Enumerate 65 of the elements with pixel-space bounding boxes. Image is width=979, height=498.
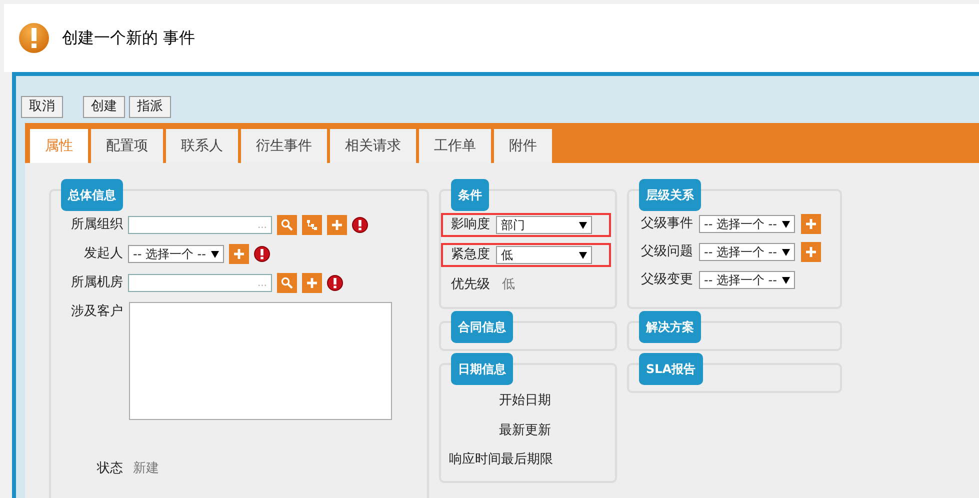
toolbar-button[interactable]: 取消 bbox=[21, 96, 63, 118]
search-button[interactable] bbox=[277, 273, 297, 293]
section-title: SLA报告 bbox=[639, 353, 703, 385]
hierarchy-icon bbox=[306, 219, 318, 231]
field-label: 最新更新 bbox=[499, 422, 551, 440]
field-label: 状态 bbox=[96, 460, 123, 478]
search-icon bbox=[281, 219, 293, 231]
add-button[interactable] bbox=[302, 273, 322, 293]
add-button[interactable] bbox=[229, 244, 249, 264]
text-area[interactable] bbox=[129, 302, 392, 420]
dropdown[interactable]: -- 选择一个 -- bbox=[699, 243, 795, 261]
section-title: 合同信息 bbox=[451, 311, 513, 343]
search-icon bbox=[281, 277, 293, 289]
plus-icon bbox=[332, 220, 342, 230]
field-label: 响应时间最后期限 bbox=[449, 451, 553, 469]
section-title: 总体信息 bbox=[61, 179, 123, 211]
caret-icon bbox=[579, 222, 587, 228]
ellipsis: ... bbox=[257, 218, 267, 232]
field-label: 所属机房 bbox=[70, 274, 123, 292]
section-title: 条件 bbox=[451, 179, 489, 211]
section-title: 日期信息 bbox=[451, 353, 513, 385]
add-button[interactable] bbox=[801, 214, 821, 234]
section-title: 解决方案 bbox=[639, 311, 701, 343]
plus-icon bbox=[307, 278, 317, 288]
field-value: 新建 bbox=[133, 460, 159, 478]
plus-icon bbox=[806, 219, 816, 229]
add-button[interactable] bbox=[327, 215, 347, 235]
tab[interactable]: 工作单 bbox=[419, 129, 491, 163]
tab[interactable]: 附件 bbox=[494, 129, 552, 163]
caret-icon bbox=[782, 220, 790, 228]
field-label: 父级变更 bbox=[641, 271, 693, 290]
tab[interactable]: 联系人 bbox=[166, 129, 238, 163]
toolbar-button[interactable]: 指派 bbox=[129, 96, 171, 118]
caret-icon bbox=[211, 250, 219, 258]
field-label: 所属组织 bbox=[70, 216, 123, 234]
field-label: 紧急度 bbox=[451, 246, 490, 264]
field-label: 优先级 bbox=[451, 276, 490, 294]
plus-icon bbox=[806, 247, 816, 257]
plus-icon bbox=[234, 249, 244, 259]
caret-icon bbox=[782, 248, 790, 256]
ellipsis: ... bbox=[257, 276, 267, 290]
field-value: 低 bbox=[502, 276, 515, 294]
section-title: 层级关系 bbox=[639, 179, 701, 211]
search-button[interactable] bbox=[277, 215, 297, 235]
tab[interactable]: 相关请求 bbox=[330, 129, 416, 163]
field-label: 发起人 bbox=[83, 245, 123, 264]
caret-icon bbox=[579, 252, 587, 258]
tree-button[interactable] bbox=[302, 215, 322, 235]
dropdown[interactable]: -- 选择一个 -- bbox=[699, 271, 795, 289]
dropdown[interactable]: -- 选择一个 -- bbox=[699, 215, 795, 233]
toolbar-button[interactable]: 创建 bbox=[83, 96, 125, 118]
field-label: 父级问题 bbox=[641, 243, 693, 262]
field-label: 涉及客户 bbox=[70, 303, 123, 321]
dropdown[interactable]: 低 bbox=[496, 246, 592, 264]
caret-icon bbox=[782, 276, 790, 284]
warning-icon bbox=[18, 22, 50, 54]
add-button[interactable] bbox=[801, 242, 821, 262]
page-title: 创建一个新的 事件 bbox=[62, 27, 196, 49]
dropdown[interactable]: 部门 bbox=[496, 216, 592, 234]
field-label: 父级事件 bbox=[641, 215, 693, 234]
field-label: 开始日期 bbox=[499, 392, 551, 410]
tab[interactable]: 配置项 bbox=[91, 129, 163, 163]
dropdown[interactable]: -- 选择一个 -- bbox=[128, 245, 224, 263]
field-label: 影响度 bbox=[451, 216, 490, 234]
tab[interactable]: 衍生事件 bbox=[241, 129, 327, 163]
